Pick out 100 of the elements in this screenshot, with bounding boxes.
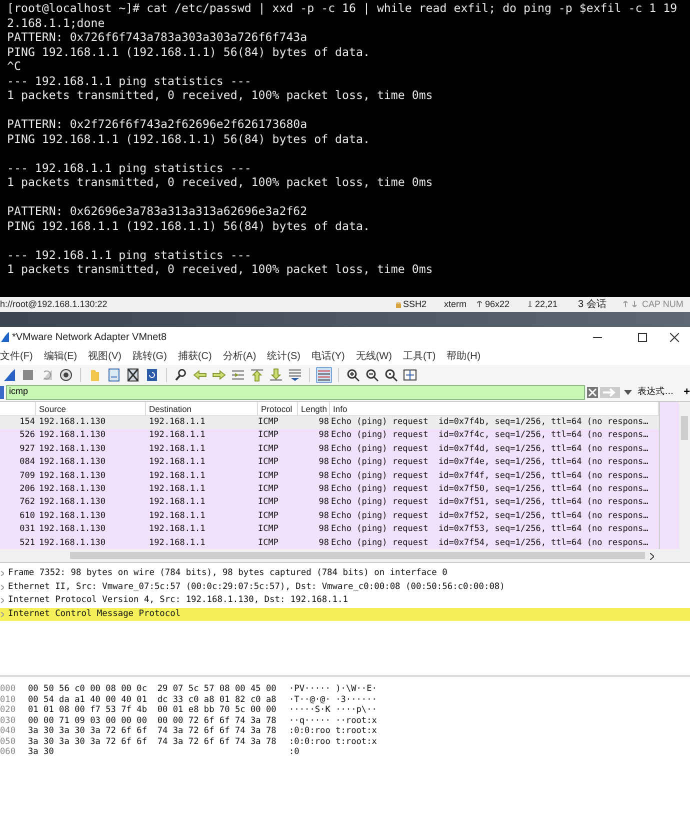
packet-row[interactable]: 927 192.168.1.130 192.168.1.1 ICMP 98 Echo (ping) request id=0x7f4d, seq=1/256, ttl=64 (no respons… <box>0 442 659 456</box>
resize-columns-button[interactable] <box>402 366 418 382</box>
menu-item[interactable]: 工具(T) <box>402 348 436 364</box>
menu-item[interactable]: 捕获(C) <box>178 348 212 364</box>
table-cell-text: 709 <box>18 470 36 483</box>
byte-offset: 060 <box>0 747 17 758</box>
table-cell-text: Echo (ping) request id=0x7f50, seq=1/256, ttl=64 (no respons… <box>330 482 650 496</box>
search-icon <box>174 368 188 382</box>
clear-icon[interactable] <box>586 386 598 398</box>
table-cell-text: ICMP <box>258 482 280 496</box>
fin-button[interactable] <box>1 366 17 382</box>
session-count-label: 3 会话 <box>578 298 606 312</box>
hex-bytes: 3a 30 3a 30 3a 72 6f 6f 74 3a 72 6f 6f 74 3a 78 <box>28 726 278 736</box>
packet-row[interactable]: 084 192.168.1.130 192.168.1.1 ICMP 98 Echo (ping) request id=0x7f4e, seq=1/256, ttl=64 (no respons… <box>0 456 659 470</box>
left-arrow-icon <box>193 368 207 382</box>
byte-offset: 000 <box>0 684 17 694</box>
table-cell-text: 192.168.1.130 <box>38 482 107 496</box>
hex-bytes: 00 50 56 c0 00 08 00 0c 29 07 5c 57 08 00 45 00 <box>28 684 278 694</box>
gear-button[interactable] <box>58 366 74 382</box>
table-cell-text: 98 <box>318 456 330 470</box>
refresh-button[interactable] <box>144 366 160 382</box>
terminal-line: --- 192.168.1.1 ping statistics --- <box>7 74 252 88</box>
terminal-type-label: xterm <box>444 298 466 311</box>
bookmark-icon[interactable] <box>0 386 4 398</box>
menu-item[interactable]: 帮助(H) <box>446 348 481 364</box>
table-cell-text: 192.168.1.130 <box>38 470 107 483</box>
table-cell-text: Echo (ping) request id=0x7f4f, seq=1/256, ttl=64 (no respons… <box>330 470 650 483</box>
terminal-line: --- 192.168.1.1 ping statistics --- <box>7 248 252 262</box>
table-cell-text: 192.168.1.1 <box>148 416 206 429</box>
table-cell-text: 927 <box>18 442 36 456</box>
menu-item[interactable]: 分析(A) <box>222 348 256 364</box>
hex-bytes: 00 00 71 09 03 00 00 00 00 00 72 6f 6f 74 3a 78 <box>28 716 278 726</box>
jump-lines-icon <box>231 368 245 382</box>
table-cell-text: 192.168.1.130 <box>38 429 107 442</box>
packet-row[interactable]: 762 192.168.1.130 192.168.1.1 ICMP 98 Echo (ping) request id=0x7f51, seq=1/256, ttl=64 (no respons… <box>0 496 659 510</box>
zoom-out-button[interactable] <box>364 366 380 382</box>
table-cell-text: 98 <box>318 416 330 429</box>
chevron-icon[interactable] <box>1 571 4 576</box>
table-cell-text: ICMP <box>258 456 280 470</box>
table-cell-text: 98 <box>318 523 330 536</box>
crossed-document-button[interactable] <box>125 366 141 382</box>
terminal-line: ^C <box>7 59 22 74</box>
down-arrow-button[interactable] <box>268 366 284 382</box>
table-cell-text: 98 <box>318 536 330 550</box>
colored-lines-button[interactable] <box>316 366 332 382</box>
table-cell-text: 192.168.1.1 <box>148 429 206 442</box>
ascii-bytes: ·PV····· )·\W··E· <box>289 684 378 694</box>
table-cell-text: 192.168.1.1 <box>148 470 206 483</box>
byte-offset: 030 <box>0 716 17 726</box>
filter-field[interactable]: icmp <box>6 384 585 400</box>
scrollbar-thumb[interactable] <box>70 552 645 559</box>
zoom-in-button[interactable] <box>345 366 361 382</box>
terminal-line: PING 192.168.1.1 (192.168.1.1) 56(84) bytes of data. <box>7 132 371 146</box>
add-filter-button[interactable]: + <box>684 386 690 398</box>
colored-lines-icon <box>317 368 331 382</box>
up-arrow-button[interactable] <box>249 366 265 382</box>
window-size-label: 96x22 <box>485 298 510 311</box>
close-icon[interactable] <box>670 333 679 342</box>
expression-button[interactable]: 表达式… <box>636 385 676 399</box>
table-cell-text: 031 <box>18 523 36 536</box>
chevron-icon[interactable] <box>1 584 4 590</box>
dropdown-caret-icon[interactable] <box>624 390 632 394</box>
menu-item[interactable]: 编辑(E) <box>44 348 78 364</box>
document-button[interactable] <box>106 366 122 382</box>
packet-row[interactable]: 206 192.168.1.130 192.168.1.1 ICMP 98 Echo (ping) request id=0x7f50, seq=1/256, ttl=64 (no respons… <box>0 482 659 496</box>
chevron-icon[interactable] <box>1 598 4 604</box>
up-arrow-icon <box>250 368 264 382</box>
magnifier-button[interactable] <box>383 366 399 382</box>
horizontal-scrollbar[interactable] <box>0 549 690 563</box>
maximize-icon[interactable] <box>638 333 647 342</box>
scrollbar-thumb[interactable] <box>681 416 688 440</box>
menu-item[interactable]: 统计(S) <box>267 348 300 364</box>
fin-icon <box>2 368 16 382</box>
vertical-scrollbar[interactable] <box>679 402 690 549</box>
ascii-bytes: :0:0:roo t:root:x <box>289 736 378 747</box>
search-button[interactable] <box>173 366 189 382</box>
magnifier-icon <box>384 368 398 382</box>
detail-row[interactable]: Internet Control Message Protocol <box>0 608 690 621</box>
table-cell-text: 98 <box>318 482 330 496</box>
ascii-bytes: ·T··@·@· ·3······ <box>289 694 378 705</box>
menu-item[interactable]: 视图(V) <box>88 348 122 364</box>
menu-item[interactable]: 电话(Y) <box>312 348 345 364</box>
crossed-document-icon <box>126 368 140 382</box>
packet-row[interactable]: 610 192.168.1.130 192.168.1.1 ICMP 98 Echo (ping) request id=0x7f52, seq=1/256, ttl=64 (no respons… <box>0 510 659 524</box>
packet-row[interactable]: 526 192.168.1.130 192.168.1.1 ICMP 98 Echo (ping) request id=0x7f4c, seq=1/256, ttl=64 (no respons… <box>0 429 659 443</box>
menu-item[interactable]: 无线(W) <box>356 348 392 364</box>
terminal-line: PATTERN: 0x62696e3a783a313a313a62696e3a2f62 <box>7 204 308 218</box>
menu-item[interactable]: 跳转(G) <box>132 348 167 364</box>
packet-row[interactable]: 154 192.168.1.130 192.168.1.1 ICMP 98 Echo (ping) request id=0x7f4b, seq=1/256, ttl=64 (no respons… <box>0 416 659 430</box>
scroll-bottom-button[interactable] <box>287 366 303 382</box>
table-cell-text: 526 <box>18 429 36 442</box>
packet-row[interactable]: 031 192.168.1.130 192.168.1.1 ICMP 98 Echo (ping) request id=0x7f53, seq=1/256, ttl=64 (no respons… <box>0 523 659 537</box>
scroll-bottom-icon <box>288 368 302 382</box>
hex-bytes: 3a 30 3a 30 3a 72 6f 6f 74 3a 72 6f 6f 74 3a 78 <box>28 736 278 747</box>
packet-row[interactable]: 521 192.168.1.130 192.168.1.1 ICMP 98 Echo (ping) request id=0x7f54, seq=1/256, ttl=64 (no respons… <box>0 536 659 550</box>
table-cell-text: 192.168.1.130 <box>38 510 107 523</box>
menu-item[interactable]: 文件(F) <box>0 348 33 364</box>
table-cell-text: 192.168.1.1 <box>148 510 206 523</box>
packet-row[interactable]: 709 192.168.1.130 192.168.1.1 ICMP 98 Echo (ping) request id=0x7f4f, seq=1/256, ttl=64 (no respons… <box>0 470 659 483</box>
terminal-line: 2.168.1.1;done <box>7 16 106 30</box>
